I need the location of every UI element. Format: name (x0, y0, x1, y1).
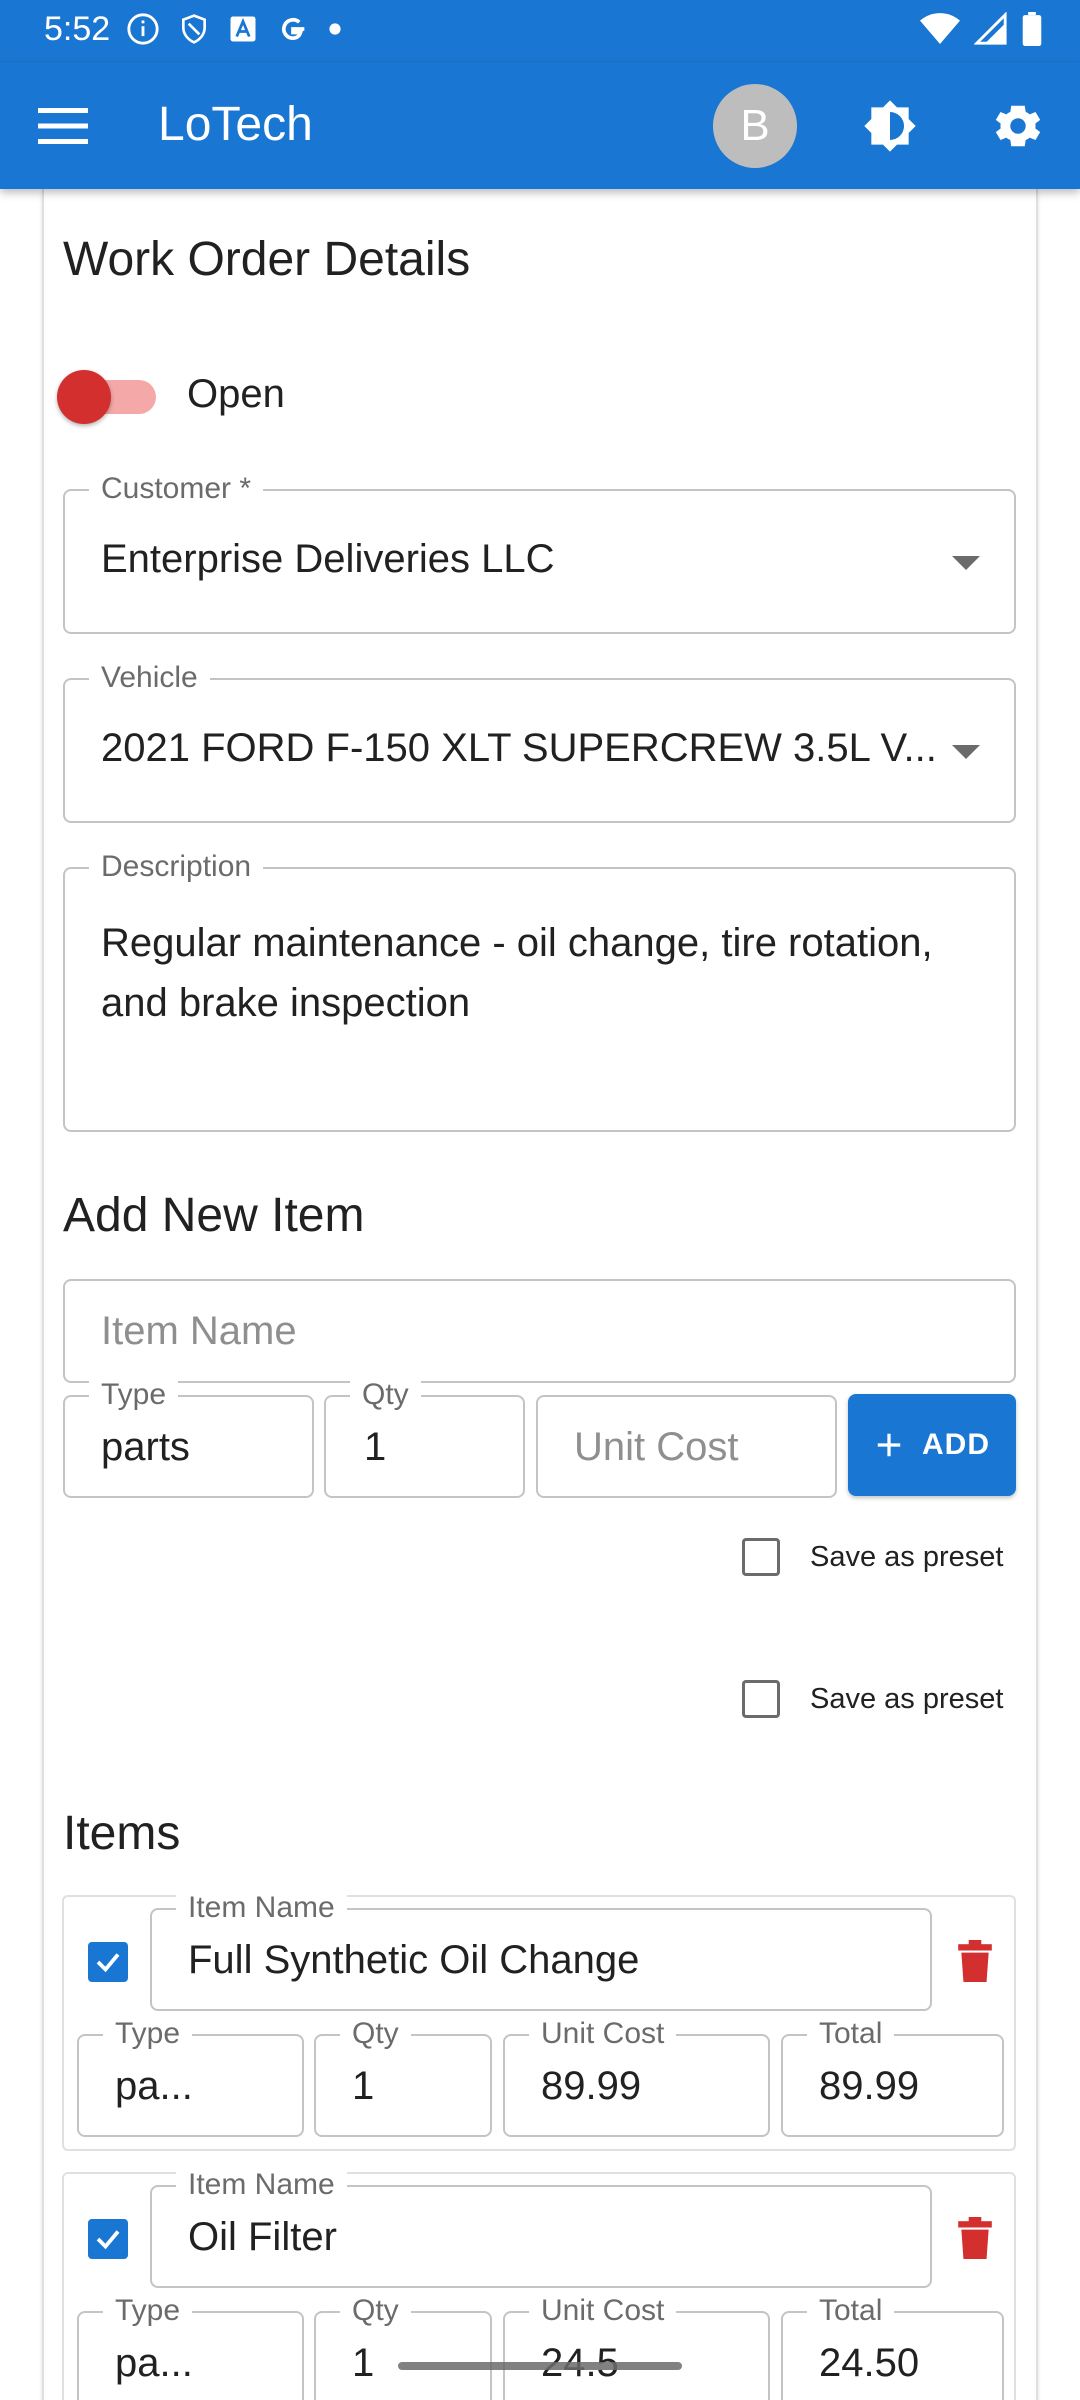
item-total-value: 24.50 (819, 2341, 920, 2385)
item-card: Item Name Full Synthetic Oil Change Type… (62, 1892, 1016, 2151)
type-label: Type (89, 1379, 179, 1411)
item-name-label: Item Name (176, 2169, 347, 2201)
shield-icon (182, 14, 206, 44)
item-qty-value: 1 (352, 2064, 375, 2108)
trash-icon[interactable] (957, 2217, 993, 2259)
hamburger-menu-icon[interactable] (38, 108, 88, 144)
save-as-preset-checkbox-1[interactable] (742, 1538, 780, 1576)
chevron-down-icon (952, 745, 980, 759)
new-item-qty-field[interactable]: Qty 1 (324, 1379, 525, 1498)
unit-cost-placeholder: Unit Cost (574, 1425, 739, 1469)
customer-label: Customer * (89, 473, 264, 505)
save-as-preset-label-1: Save as preset (810, 1540, 1004, 1573)
trash-icon[interactable] (957, 1940, 993, 1982)
item-unit-cost-value: 89.99 (541, 2064, 642, 2108)
item-total-value: 89.99 (819, 2064, 920, 2108)
add-button-label: ADD (922, 1428, 990, 1461)
save-as-preset-checkbox-2[interactable] (742, 1680, 780, 1718)
item-qty-label: Qty (340, 2295, 411, 2327)
customer-select[interactable]: Customer * Enterprise Deliveries LLC (63, 473, 1016, 634)
items-title: Items (63, 1807, 181, 1860)
plus-icon (877, 1433, 901, 1457)
item-type-value: pa... (115, 2341, 193, 2385)
item-type-field[interactable]: Type pa... (77, 2295, 304, 2400)
save-as-preset-row-2[interactable]: Save as preset (742, 1680, 1003, 1718)
item-total-field: Total 24.50 (781, 2295, 1004, 2400)
info-icon (127, 13, 159, 45)
battery-icon (1022, 12, 1042, 46)
google-icon (281, 17, 305, 41)
vehicle-select[interactable]: Vehicle 2021 FORD F-150 XLT SUPERCREW 3.… (63, 662, 1016, 823)
status-icons-right (920, 12, 1042, 46)
item-qty-field[interactable]: Qty 1 (314, 2295, 492, 2400)
app-bar: LoTech B (0, 63, 1080, 189)
item-qty-value: 1 (352, 2341, 375, 2385)
item-total-label: Total (807, 2018, 895, 2050)
status-time: 5:52 (44, 10, 111, 48)
work-order-details-title: Work Order Details (63, 233, 471, 286)
add-new-item-title: Add New Item (63, 1189, 365, 1242)
add-item-button[interactable]: ADD (848, 1394, 1016, 1496)
check-icon (96, 2230, 120, 2250)
item-type-label: Type (103, 2295, 193, 2327)
status-toggle-thumb[interactable] (57, 370, 111, 424)
item-name-label: Item Name (176, 1892, 347, 1924)
item-qty-label: Qty (340, 2018, 411, 2050)
new-item-unit-cost-field[interactable]: Unit Cost (536, 1395, 837, 1498)
type-value: parts (101, 1425, 190, 1469)
item-name-placeholder: Item Name (101, 1309, 297, 1353)
qty-value: 1 (364, 1425, 387, 1469)
status-icons-left (126, 12, 342, 46)
description-label: Description (89, 851, 264, 883)
new-item-type-field[interactable]: Type parts (63, 1379, 314, 1498)
brightness-icon[interactable] (860, 98, 920, 154)
item-name-input[interactable]: Item Name (63, 1279, 1016, 1383)
description-field[interactable]: Description Regular maintenance - oil ch… (63, 851, 1016, 1132)
check-icon (96, 1953, 120, 1973)
item-name-field[interactable]: Item Name Oil Filter (150, 2169, 932, 2288)
description-value: Regular maintenance - oil change, tire r… (101, 921, 933, 1025)
wifi-icon (920, 13, 960, 44)
save-as-preset-row-1[interactable]: Save as preset (742, 1538, 1003, 1576)
font-icon (230, 16, 256, 42)
item-unit-cost-field[interactable]: Unit Cost 89.99 (503, 2018, 770, 2137)
vehicle-label: Vehicle (89, 662, 210, 694)
item-unit-cost-field[interactable]: Unit Cost 24.5 (503, 2295, 770, 2400)
item-qty-field[interactable]: Qty 1 (314, 2018, 492, 2137)
avatar[interactable]: B (713, 84, 797, 168)
item-type-field[interactable]: Type pa... (77, 2018, 304, 2137)
app-title: LoTech (158, 98, 313, 151)
signal-icon (974, 12, 1007, 45)
save-as-preset-label-2: Save as preset (810, 1682, 1004, 1715)
vehicle-value: 2021 FORD F-150 XLT SUPERCREW 3.5L V... (101, 726, 937, 770)
item-name-value: Full Synthetic Oil Change (188, 1938, 640, 1982)
item-type-label: Type (103, 2018, 193, 2050)
item-name-value: Oil Filter (188, 2215, 337, 2259)
item-name-field[interactable]: Item Name Full Synthetic Oil Change (150, 1892, 932, 2011)
home-indicator[interactable] (398, 2362, 682, 2370)
chevron-down-icon (952, 556, 980, 570)
item-unit-cost-label: Unit Cost (529, 2018, 677, 2050)
item-select-checkbox[interactable] (88, 2219, 128, 2259)
item-unit-cost-label: Unit Cost (529, 2295, 677, 2327)
customer-value: Enterprise Deliveries LLC (101, 537, 555, 581)
qty-label: Qty (350, 1379, 421, 1411)
item-select-checkbox[interactable] (88, 1942, 128, 1982)
gear-icon[interactable] (990, 98, 1046, 154)
item-total-field: Total 89.99 (781, 2018, 1004, 2137)
item-total-label: Total (807, 2295, 895, 2327)
item-type-value: pa... (115, 2064, 193, 2108)
dot-icon (329, 23, 341, 35)
status-bar: 5:52 (0, 0, 1080, 63)
status-toggle-label: Open (187, 372, 285, 416)
